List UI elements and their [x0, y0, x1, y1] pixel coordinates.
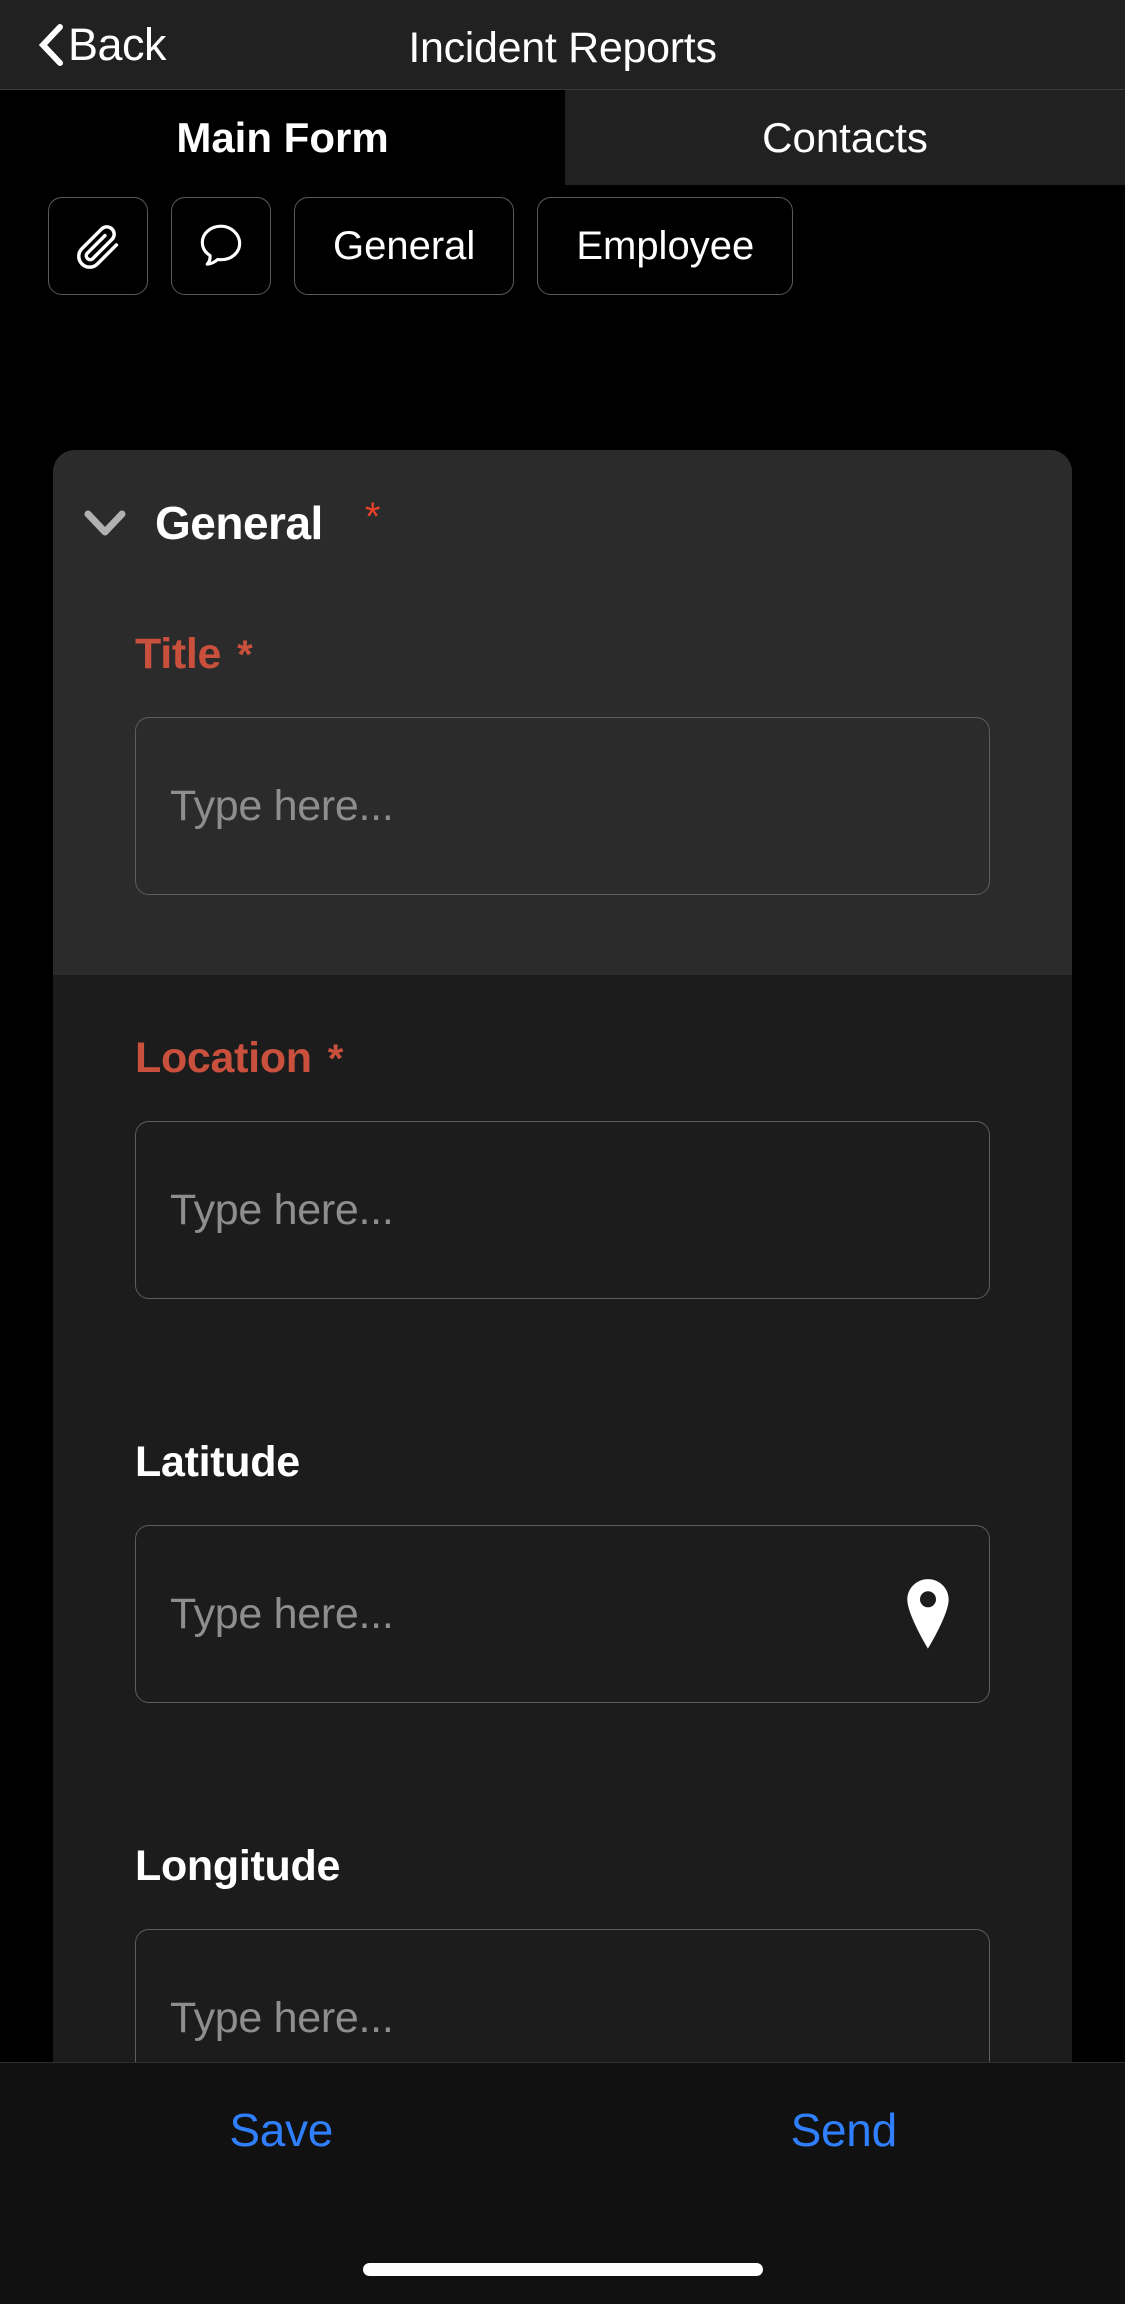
field-location: Location * Type here...: [135, 1034, 990, 1299]
section-required-marker: *: [365, 495, 381, 540]
field-longitude-placeholder: Type here...: [170, 1994, 393, 2043]
chat-bubble-icon: [194, 219, 248, 273]
bottom-actions: Save Send: [0, 2103, 1125, 2157]
field-title-label-text: Title: [135, 630, 221, 678]
tab-contacts-label: Contacts: [762, 114, 928, 162]
field-latitude-placeholder: Type here...: [170, 1590, 393, 1639]
chip-employee[interactable]: Employee: [537, 197, 793, 295]
field-title-label: Title *: [135, 630, 990, 679]
chip-general-label: General: [333, 224, 475, 269]
field-longitude: Longitude Type here...: [135, 1842, 990, 2062]
field-latitude: Latitude Type here...: [135, 1438, 990, 1703]
form-card: prm General *: [53, 450, 1072, 2062]
field-location-required-marker: *: [328, 1037, 343, 1081]
chevron-down-icon: [83, 509, 127, 537]
bottom-action-bar: Save Send: [0, 2062, 1125, 2304]
section-title: General: [155, 496, 323, 550]
field-longitude-label: Longitude: [135, 1842, 990, 1891]
field-title: Title * Type here...: [135, 630, 990, 895]
field-title-required-marker: *: [237, 633, 252, 677]
chip-employee-label: Employee: [576, 224, 754, 269]
field-location-placeholder: Type here...: [170, 1186, 393, 1235]
field-latitude-label-text: Latitude: [135, 1438, 300, 1486]
tab-main-form-label: Main Form: [176, 114, 388, 162]
field-location-label-text: Location: [135, 1034, 312, 1082]
field-latitude-label: Latitude: [135, 1438, 990, 1487]
field-title-input[interactable]: Type here...: [135, 717, 990, 895]
page-title: Incident Reports: [0, 24, 1125, 73]
section-chip-row[interactable]: General Employee: [0, 185, 1125, 307]
field-longitude-label-text: Longitude: [135, 1842, 340, 1890]
tab-bar: Main Form Contacts: [0, 90, 1125, 185]
save-button[interactable]: Save: [0, 2103, 563, 2157]
nav-header: Back Incident Reports: [0, 0, 1125, 90]
home-indicator: [363, 2263, 763, 2276]
section-header-general[interactable]: General *: [83, 496, 380, 550]
field-title-placeholder: Type here...: [170, 782, 393, 831]
field-latitude-input[interactable]: Type here...: [135, 1525, 990, 1703]
field-location-label: Location *: [135, 1034, 990, 1083]
chip-comments[interactable]: [171, 197, 271, 295]
app-screen: Back Incident Reports Main Form Contacts: [0, 0, 1125, 2304]
map-pin-icon[interactable]: [897, 1575, 959, 1653]
paperclip-icon: [72, 220, 124, 272]
send-button[interactable]: Send: [563, 2103, 1125, 2157]
field-location-input[interactable]: Type here...: [135, 1121, 990, 1299]
field-longitude-input[interactable]: Type here...: [135, 1929, 990, 2062]
tab-main-form[interactable]: Main Form: [0, 90, 565, 185]
chip-general[interactable]: General: [294, 197, 514, 295]
tab-contacts[interactable]: Contacts: [565, 90, 1125, 185]
chip-attachments[interactable]: [48, 197, 148, 295]
